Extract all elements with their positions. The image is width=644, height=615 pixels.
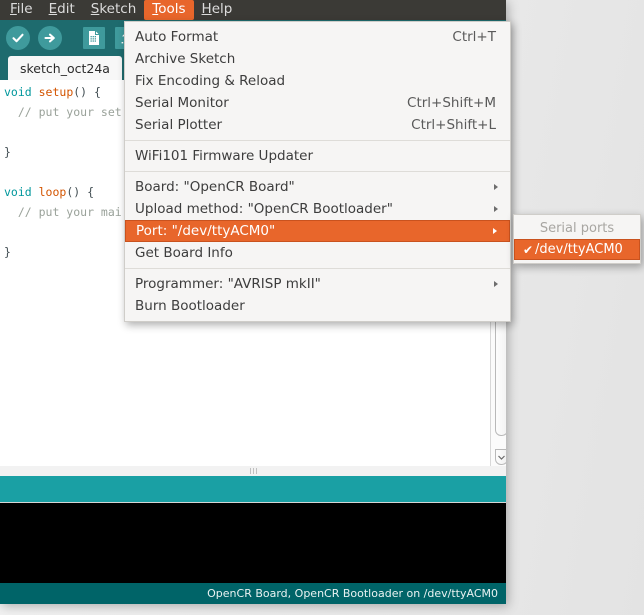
editor-console-splitter[interactable]	[0, 466, 506, 476]
screen: File Edit Sketch Tools Help sketch_oct24…	[0, 0, 644, 615]
scroll-down-arrow-icon[interactable]	[495, 449, 506, 465]
toolbar-buttons	[4, 24, 140, 52]
menubar-file-rest: ile	[16, 1, 33, 17]
menu-separator	[125, 140, 510, 141]
menu-item-burn-bootloader[interactable]: Burn Bootloader	[125, 295, 510, 317]
menu-item-label: Serial Plotter	[135, 117, 223, 133]
new-document-icon	[83, 27, 105, 49]
menubar-item-help[interactable]: Help	[194, 0, 241, 20]
code-token: loop	[38, 185, 67, 199]
menu-item-serial-monitor[interactable]: Serial Monitor Ctrl+Shift+M	[125, 92, 510, 114]
tab-label: sketch_oct24a	[20, 60, 110, 76]
code-token: setup	[38, 85, 74, 99]
menu-item-programmer[interactable]: Programmer: "AVRISP mkII"	[125, 273, 510, 295]
code-token: void	[4, 185, 39, 199]
menubar-file-mnemonic: F	[10, 1, 17, 17]
menu-separator	[125, 268, 510, 269]
menubar-edit-mnemonic: E	[48, 1, 58, 17]
menu-item-upload-method[interactable]: Upload method: "OpenCR Bootloader"	[125, 198, 510, 220]
port-submenu[interactable]: Serial ports ✔/dev/ttyACM0	[513, 214, 641, 264]
menubar-item-sketch[interactable]: Sketch	[83, 0, 145, 20]
code-token: }	[4, 145, 11, 159]
code-token: // put your set	[4, 105, 122, 119]
menu-item-label: Serial Monitor	[135, 95, 229, 111]
tools-dropdown-menu[interactable]: Auto Format Ctrl+T Archive Sketch Fix Encod…	[124, 21, 511, 322]
menu-item-label: Auto Format	[135, 29, 219, 45]
menu-item-fix-encoding-reload[interactable]: Fix Encoding & Reload	[125, 70, 510, 92]
menubar-sketch-rest: ketch	[99, 1, 137, 17]
menu-item-serial-plotter[interactable]: Serial Plotter Ctrl+Shift+L	[125, 114, 510, 136]
menu-item-label: Burn Bootloader	[135, 298, 245, 314]
menu-item-label: Upload method: "OpenCR Bootloader"	[135, 201, 393, 217]
menubar-help-mnemonic: H	[201, 1, 212, 17]
submenu-chevron-right-icon	[494, 184, 498, 190]
menubar-edit-rest: dit	[57, 1, 75, 17]
new-button[interactable]	[80, 24, 108, 52]
menu-item-label: Get Board Info	[135, 245, 233, 261]
splitter-grip-icon	[249, 468, 257, 474]
menu-item-shortcut: Ctrl+Shift+L	[411, 117, 496, 133]
menu-item-port[interactable]: Port: "/dev/ttyACM0"	[125, 220, 510, 242]
code-token: () {	[73, 85, 101, 99]
menu-item-label: Programmer: "AVRISP mkII"	[135, 276, 321, 292]
code-token: void	[4, 85, 39, 99]
menu-item-get-board-info[interactable]: Get Board Info	[125, 242, 510, 264]
checkmark-icon: ✔	[522, 242, 534, 257]
menubar-item-tools[interactable]: Tools	[144, 0, 194, 20]
menu-item-archive-sketch[interactable]: Archive Sketch	[125, 48, 510, 70]
code-token: }	[4, 245, 11, 259]
submenu-item-port-dev-ttyacm0[interactable]: ✔/dev/ttyACM0	[514, 239, 640, 260]
console-output	[0, 502, 506, 583]
submenu-chevron-right-icon	[494, 206, 498, 212]
submenu-header-label: Serial ports	[539, 221, 615, 236]
code-token: () {	[66, 185, 95, 199]
menu-item-label: Archive Sketch	[135, 51, 236, 67]
menubar-help-rest: elp	[211, 1, 233, 17]
verify-icon	[6, 26, 30, 50]
menu-item-label: Fix Encoding & Reload	[135, 73, 286, 89]
submenu-chevron-right-icon	[493, 228, 497, 234]
verify-button[interactable]	[4, 24, 32, 52]
menubar-item-file[interactable]: File	[2, 0, 41, 20]
status-bar: OpenCR Board, OpenCR Bootloader on /dev/…	[0, 583, 506, 604]
submenu-chevron-right-icon	[494, 281, 498, 287]
menu-item-wifi101-firmware-updater[interactable]: WiFi101 Firmware Updater	[125, 145, 510, 167]
menu-item-label: WiFi101 Firmware Updater	[135, 148, 313, 164]
menu-item-label: Board: "OpenCR Board"	[135, 179, 295, 195]
menu-item-shortcut: Ctrl+T	[452, 29, 496, 45]
menu-item-label: Port: "/dev/ttyACM0"	[136, 223, 276, 239]
status-message-band	[0, 476, 506, 502]
menu-item-board[interactable]: Board: "OpenCR Board"	[125, 176, 510, 198]
menubar-item-edit[interactable]: Edit	[41, 0, 83, 20]
upload-button[interactable]	[36, 24, 64, 52]
code-token: // put your mai	[4, 205, 122, 219]
tab-sketch-oct24a[interactable]: sketch_oct24a	[8, 56, 122, 80]
menu-separator	[125, 171, 510, 172]
upload-arrow-icon	[38, 26, 62, 50]
status-bar-text: OpenCR Board, OpenCR Bootloader on /dev/…	[207, 587, 498, 600]
menu-item-shortcut: Ctrl+Shift+M	[407, 95, 496, 111]
menu-bar: File Edit Sketch Tools Help	[0, 0, 506, 20]
submenu-header-serial-ports: Serial ports	[514, 218, 640, 239]
menubar-tools-rest: ools	[158, 1, 186, 17]
menu-item-auto-format[interactable]: Auto Format Ctrl+T	[125, 26, 510, 48]
submenu-item-label: /dev/ttyACM0	[535, 242, 623, 257]
